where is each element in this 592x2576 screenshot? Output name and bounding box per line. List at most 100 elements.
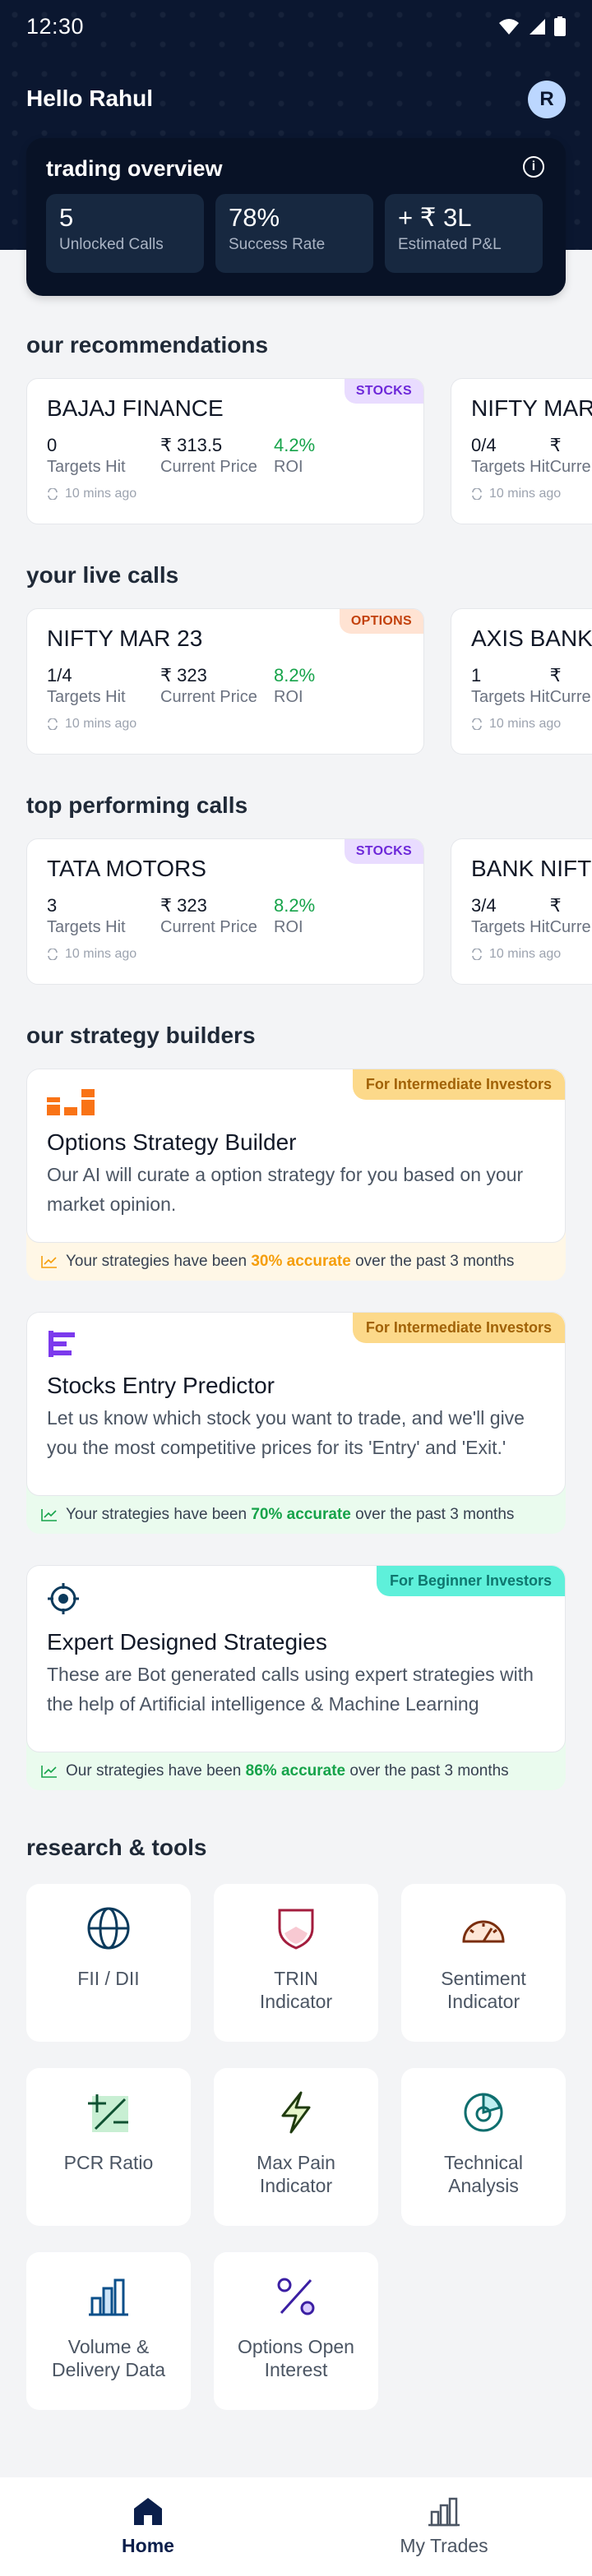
- battery-icon: [554, 16, 566, 36]
- call-time: 10 mins ago: [489, 947, 562, 961]
- section-title-recommendations: our recommendations: [26, 332, 269, 358]
- price-label: Current Price: [549, 458, 592, 476]
- strategy-card-options-builder[interactable]: For Intermediate Investors Options Strat…: [26, 1069, 566, 1281]
- targets-value: 0: [47, 435, 58, 455]
- accuracy-suffix: over the past 3 months: [355, 1506, 515, 1523]
- price-value: ₹: [549, 895, 562, 916]
- call-badge: STOCKS: [344, 839, 423, 864]
- refresh-icon: [48, 718, 58, 730]
- price-label: Current Price: [549, 688, 592, 706]
- status-icons: [498, 16, 566, 36]
- tool-trin-indicator[interactable]: TRIN Indicator: [214, 1884, 378, 2042]
- call-time: 10 mins ago: [65, 947, 137, 961]
- targets-value: 1: [471, 665, 482, 686]
- stat-label: Success Rate: [229, 236, 326, 254]
- targets-label: Targets Hit: [47, 458, 126, 476]
- accuracy-suffix: over the past 3 months: [349, 1762, 509, 1780]
- shield-icon: [278, 1909, 314, 1950]
- signal-icon: [530, 19, 545, 35]
- section-title-research-tools: research & tools: [26, 1835, 207, 1860]
- tool-fii-dii[interactable]: FII / DII: [26, 1884, 191, 2042]
- tool-options-open-interest[interactable]: Options Open Interest: [214, 2252, 378, 2410]
- strategy-description: Let us know which stock you want to trad…: [47, 1407, 525, 1458]
- strategy-card-expert-designed[interactable]: For Beginner Investors Expert Designed S…: [26, 1565, 566, 1790]
- refresh-icon: [472, 949, 482, 960]
- refresh-icon: [48, 949, 58, 960]
- live-calls-row: NIFTY MAR 23 OPTIONS 1/4 Targets Hit ₹ 32…: [26, 608, 592, 755]
- section-title-live-calls: your live calls: [26, 562, 179, 588]
- stat-success-rate: 78% Success Rate: [215, 194, 373, 273]
- targets-value: 0/4: [471, 435, 497, 455]
- accuracy-prefix: Your strategies have been: [66, 1253, 247, 1270]
- price-label: Current Price: [160, 918, 257, 936]
- tool-technical-analysis[interactable]: Technical Analysis: [401, 2068, 566, 2226]
- strategy-card-stocks-entry[interactable]: For Intermediate Investors Stocks Entry …: [26, 1312, 566, 1534]
- greeting: Hello Rahul: [26, 85, 154, 111]
- roi-value: 8.2%: [274, 895, 316, 916]
- tool-sentiment-indicator[interactable]: Sentiment Indicator: [401, 1884, 566, 2042]
- roi-value: 8.2%: [274, 665, 316, 686]
- targets-label: Targets Hit: [471, 458, 550, 476]
- strategy-description: These are Bot generated calls using expe…: [47, 1664, 534, 1715]
- call-time: 10 mins ago: [65, 487, 137, 501]
- percent-icon: [277, 2278, 315, 2315]
- section-title-strategy-builders: our strategy builders: [26, 1023, 256, 1048]
- top-calls-row: TATA MOTORS STOCKS 3 Targets Hit ₹ 323 Cur…: [26, 838, 592, 985]
- call-badge: STOCKS: [344, 379, 423, 404]
- globe-icon: [87, 1907, 130, 1950]
- call-name: AXIS BANK: [471, 626, 592, 651]
- plus-minus-icon: [88, 2094, 128, 2132]
- home-icon: [134, 2498, 162, 2525]
- price-value: ₹ 313.5: [160, 435, 223, 455]
- call-time: 10 mins ago: [489, 717, 562, 731]
- avatar[interactable]: R: [528, 81, 566, 118]
- tool-pcr-ratio[interactable]: PCR Ratio: [26, 2068, 191, 2226]
- price-label: Current Price: [549, 918, 592, 936]
- accuracy-prefix: Your strategies have been: [66, 1506, 247, 1523]
- accuracy-value: 30% accurate: [251, 1253, 351, 1270]
- tool-max-pain[interactable]: Max Pain Indicator: [214, 2068, 378, 2226]
- price-value: ₹ 323: [160, 895, 207, 916]
- investor-level-tag: For Intermediate Investors: [352, 1313, 565, 1343]
- bar-chart-icon: [428, 2497, 460, 2527]
- status-time: 12:30: [26, 13, 85, 39]
- accuracy-value: 86% accurate: [245, 1762, 346, 1780]
- call-time: 10 mins ago: [489, 487, 562, 501]
- info-icon[interactable]: i: [523, 156, 544, 178]
- targets-value: 3: [47, 895, 58, 916]
- tool-label: Max Pain Indicator: [257, 2152, 335, 2196]
- tool-label: Technical Analysis: [444, 2152, 523, 2196]
- trend-icon: [41, 1766, 57, 1778]
- pie-chart-icon: [464, 2093, 503, 2132]
- price-label: Current Price: [160, 458, 257, 476]
- align-bars-icon: [49, 1331, 75, 1357]
- strategy-title: Stocks Entry Predictor: [47, 1373, 275, 1398]
- refresh-icon: [48, 488, 58, 500]
- call-card[interactable]: AXIS BANK 1 Targets Hit ₹ Current Price 10…: [451, 608, 592, 755]
- trend-icon: [41, 1256, 57, 1268]
- call-card[interactable]: TATA MOTORS STOCKS 3 Targets Hit ₹ 323 Cur…: [26, 838, 424, 985]
- nav-label: My Trades: [400, 2535, 488, 2556]
- stat-estimated-pnl: + ₹ 3L Estimated P&L: [385, 194, 543, 273]
- call-card[interactable]: BAJAJ FINANCE STOCKS 0 Targets Hit ₹ 313.…: [26, 378, 424, 524]
- tool-label: PCR Ratio: [63, 2152, 154, 2173]
- tool-label: TRIN Indicator: [259, 1968, 333, 2012]
- call-card[interactable]: NIFTY MAR 23 0/4 Targets Hit ₹ Current Pri…: [451, 378, 592, 524]
- nav-home[interactable]: Home: [0, 2477, 296, 2576]
- call-card[interactable]: NIFTY MAR 23 OPTIONS 1/4 Targets Hit ₹ 32…: [26, 608, 424, 755]
- roi-value: 4.2%: [274, 435, 316, 455]
- recommendations-row: BAJAJ FINANCE STOCKS 0 Targets Hit ₹ 313.…: [26, 378, 592, 524]
- strategy-description: Our AI will curate a option strategy for…: [47, 1164, 524, 1215]
- stat-label: Unlocked Calls: [59, 236, 164, 254]
- targets-label: Targets Hit: [47, 918, 126, 936]
- nav-my-trades[interactable]: My Trades: [296, 2477, 592, 2576]
- tool-label: Sentiment Indicator: [441, 1968, 526, 2012]
- lightning-icon: [281, 2091, 311, 2134]
- price-value: ₹: [549, 665, 562, 686]
- roi-label: ROI: [274, 918, 303, 936]
- gauge-icon: [462, 1920, 505, 1943]
- call-card[interactable]: BANK NIFTY 3/4 Targets Hit ₹ Current Price…: [451, 838, 592, 985]
- tool-volume-delivery[interactable]: Volume & Delivery Data: [26, 2252, 191, 2410]
- stat-unlocked-calls: 5 Unlocked Calls: [46, 194, 204, 273]
- targets-value: 1/4: [47, 665, 72, 686]
